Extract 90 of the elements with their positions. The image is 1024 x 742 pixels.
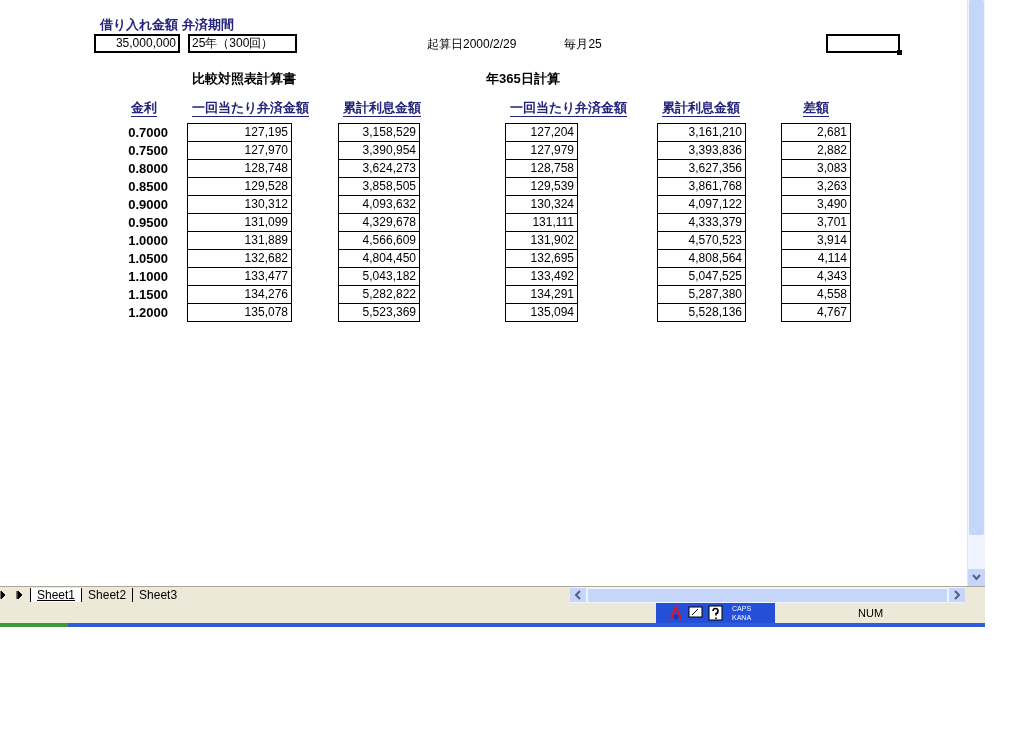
payment-cell: 129,528 — [187, 177, 292, 196]
interest-cell: 5,282,822 — [338, 285, 420, 304]
payment-cell: 134,276 — [187, 285, 292, 304]
loan-amount-cell: 35,000,000 — [94, 34, 180, 53]
start-date: 起算日2000/2/29 — [427, 35, 517, 53]
payment-cell: 131,889 — [187, 231, 292, 250]
difference-cell: 4,558 — [781, 285, 851, 304]
scroll-left-icon[interactable] — [570, 588, 586, 603]
term-cell: 25年（300回） — [188, 34, 297, 53]
rate-cell-text: 0.8500 — [127, 178, 169, 196]
interest-cell: 3,624,273 — [338, 159, 420, 178]
sheet-tab[interactable]: Sheet1 — [30, 588, 82, 603]
scroll-down-icon[interactable] — [968, 569, 985, 587]
difference-cell: 3,083 — [781, 159, 851, 178]
interest-cell: 5,523,369 — [338, 303, 420, 322]
interest-cell: 3,161,210 — [657, 123, 746, 142]
interest-cell: 4,333,379 — [657, 213, 746, 232]
rate-cell-text: 0.9500 — [127, 214, 169, 232]
sheet-tab[interactable]: Sheet3 — [132, 588, 184, 603]
payment-cell: 133,477 — [187, 267, 292, 286]
interest-cell: 5,528,136 — [657, 303, 746, 322]
rate-cell-text: 0.9000 — [127, 196, 169, 214]
payment-cell: 128,748 — [187, 159, 292, 178]
payment-cell: 127,195 — [187, 123, 292, 142]
payment-cell: 135,094 — [505, 303, 578, 322]
difference-cell: 2,882 — [781, 141, 851, 160]
interest-cell: 5,047,525 — [657, 267, 746, 286]
difference-cell: 4,114 — [781, 249, 851, 268]
column-header: 一回当たり弁済金額 — [510, 100, 627, 117]
column-header: 累計利息金額 — [343, 100, 421, 117]
payment-cell: 127,970 — [187, 141, 292, 160]
interest-cell: 3,858,505 — [338, 177, 420, 196]
interest-cell: 3,390,954 — [338, 141, 420, 160]
payment-cell: 129,539 — [505, 177, 578, 196]
difference-cell: 3,701 — [781, 213, 851, 232]
interest-cell: 4,329,678 — [338, 213, 420, 232]
difference-cell: 4,343 — [781, 267, 851, 286]
interest-cell: 3,158,529 — [338, 123, 420, 142]
payment-cell: 128,758 — [505, 159, 578, 178]
sheet-title: 比較対照表計算書 — [192, 70, 296, 88]
sheet-tab[interactable]: Sheet2 — [81, 588, 133, 603]
payment-day: 毎月25 — [564, 34, 602, 53]
rate-cell-text: 1.1500 — [127, 286, 169, 304]
payment-cell: 132,682 — [187, 249, 292, 268]
column-header: 金利 — [131, 100, 157, 117]
interest-cell: 3,861,768 — [657, 177, 746, 196]
interest-cell: 4,097,122 — [657, 195, 746, 214]
scroll-right-icon[interactable] — [949, 588, 965, 603]
input-label: 借り入れ金額 — [100, 16, 178, 33]
rate-cell-text: 1.1000 — [127, 268, 169, 286]
payment-cell: 132,695 — [505, 249, 578, 268]
payment-cell: 131,111 — [505, 213, 578, 232]
rate-cell-text: 1.0500 — [127, 250, 169, 268]
horizontal-scrollbar[interactable] — [570, 587, 965, 604]
column-header: 一回当たり弁済金額 — [192, 100, 309, 117]
payment-cell: 127,204 — [505, 123, 578, 142]
payment-cell: 127,979 — [505, 141, 578, 160]
vertical-scrollbar[interactable] — [967, 0, 985, 587]
payment-cell: 135,078 — [187, 303, 292, 322]
interest-cell: 4,566,609 — [338, 231, 420, 250]
payment-cell: 130,312 — [187, 195, 292, 214]
column-header: 累計利息金額 — [662, 100, 740, 117]
payment-cell: 134,291 — [505, 285, 578, 304]
interest-cell: 4,570,523 — [657, 231, 746, 250]
column-header: 差額 — [803, 100, 829, 117]
rate-cell-text: 1.0000 — [127, 232, 169, 250]
interest-cell: 3,627,356 — [657, 159, 746, 178]
sheet-title: 年365日計算 — [486, 70, 560, 88]
interest-cell: 5,043,182 — [338, 267, 420, 286]
difference-cell: 3,263 — [781, 177, 851, 196]
interest-cell: 4,093,632 — [338, 195, 420, 214]
payment-cell: 131,902 — [505, 231, 578, 250]
difference-cell: 2,681 — [781, 123, 851, 142]
difference-cell: 4,767 — [781, 303, 851, 322]
difference-cell: 3,490 — [781, 195, 851, 214]
help-icon[interactable] — [708, 605, 724, 622]
interest-cell: 4,808,564 — [657, 249, 746, 268]
rate-cell-text: 1.2000 — [127, 304, 169, 322]
difference-cell: 3,914 — [781, 231, 851, 250]
rate-cell-text: 0.8000 — [127, 160, 169, 178]
rate-cell-text: 0.7000 — [127, 124, 169, 142]
payment-cell: 131,099 — [187, 213, 292, 232]
payment-cell: 130,324 — [505, 195, 578, 214]
interest-cell: 5,287,380 — [657, 285, 746, 304]
rate-cell-text: 0.7500 — [127, 142, 169, 160]
interest-cell: 3,393,836 — [657, 141, 746, 160]
input-label: 弁済期間 — [182, 16, 234, 33]
interest-cell: 4,804,450 — [338, 249, 420, 268]
num-lock-indicator: NUM — [858, 607, 884, 620]
payment-cell: 133,492 — [505, 267, 578, 286]
